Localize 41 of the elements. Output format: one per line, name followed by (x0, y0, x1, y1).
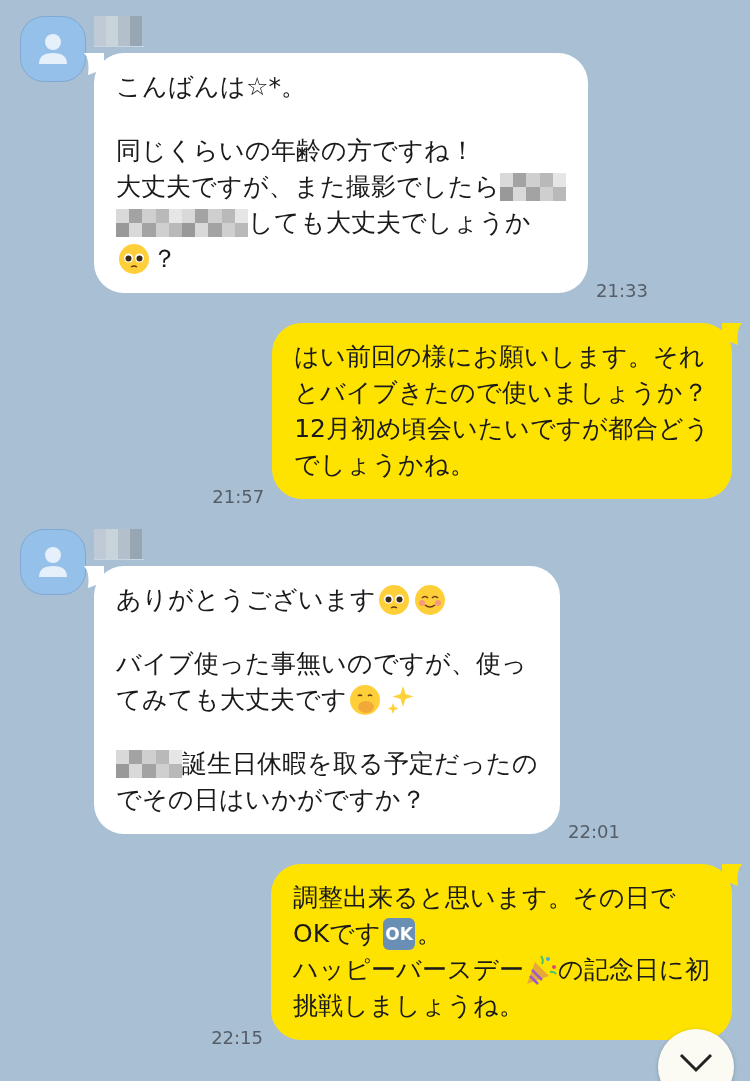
pixelated-redaction (116, 750, 182, 778)
message-text: てみても大丈夫です (116, 684, 347, 716)
pixelated-name (94, 529, 144, 560)
hand-over-mouth-icon (349, 684, 381, 716)
person-icon (38, 546, 68, 578)
message-text: OKです (293, 918, 382, 950)
party-popper-icon (524, 953, 558, 987)
message-text: はい前回の様にお願いします。それ (294, 341, 706, 373)
message-text: 12月初め頃会いたいですが都合どう (294, 413, 710, 445)
message-text: とバイブきたので使いましょうか？ (294, 377, 709, 409)
message-text: 誕生日休暇を取る予定だったの (182, 748, 538, 780)
message-text: ？ (152, 243, 177, 275)
message-text: でその日はいかがですか？ (116, 784, 426, 816)
message-text: 調整出来ると思います。その日で (293, 882, 676, 914)
message-time: 22:01 (568, 821, 620, 842)
avatar[interactable] (20, 529, 86, 595)
message-text: バイブ使った事無いのですが、使っ (116, 648, 527, 680)
pleading-face-icon (118, 243, 150, 275)
message-text: でしょうかね。 (294, 449, 476, 481)
pleading-face-icon (378, 584, 410, 616)
message-time: 21:57 (212, 486, 265, 507)
message-text: 挑戦しましょうね。 (293, 990, 524, 1022)
pixelated-redaction (500, 173, 566, 201)
message-time: 22:15 (211, 1027, 263, 1048)
pixelated-redaction (116, 209, 182, 237)
person-icon (38, 33, 68, 65)
message-text: ありがとうございます (116, 584, 376, 616)
message-time: 21:33 (596, 280, 648, 301)
message-text: の記念日に初 (558, 954, 710, 986)
message-text: 同じくらいの年齢の方ですね！ (116, 135, 475, 167)
message-text: ハッピーバースデー (293, 954, 524, 986)
pixelated-name (94, 16, 144, 47)
chevron-down-icon (679, 1053, 713, 1073)
message-text: しても大丈夫でしょうか (248, 207, 531, 239)
pixelated-redaction (182, 209, 248, 237)
avatar[interactable] (20, 16, 86, 82)
message-text: 。 (417, 918, 443, 950)
ok-emoji: OK (383, 918, 416, 950)
message-text: 大丈夫ですが、また撮影でしたら (116, 171, 500, 203)
smiling-face-icon (414, 584, 446, 616)
message-text: こんばんは☆*。 (116, 71, 306, 103)
